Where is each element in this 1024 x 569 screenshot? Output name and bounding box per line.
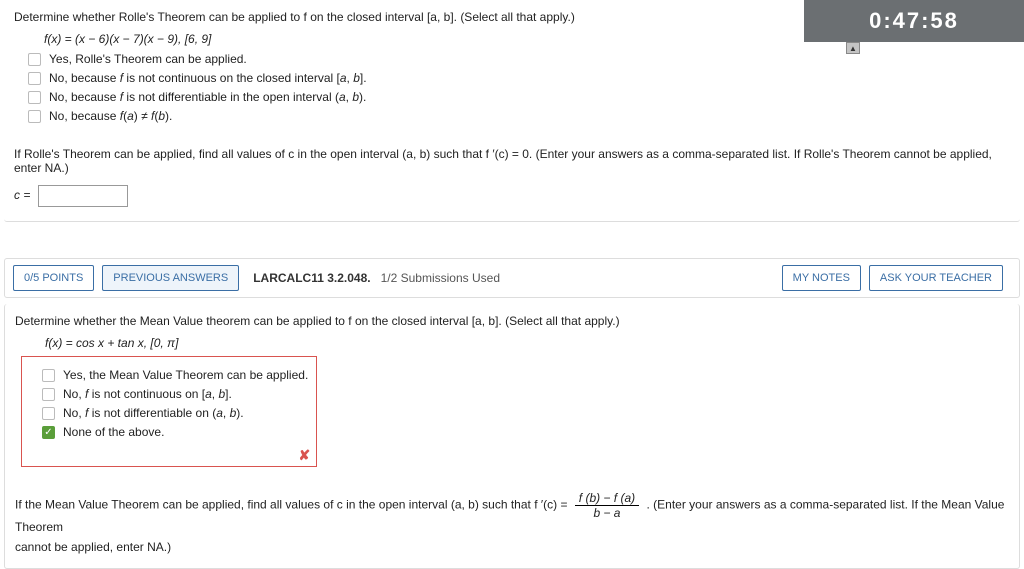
checkbox-icon[interactable] (28, 53, 41, 66)
checkbox-icon[interactable] (42, 369, 55, 382)
q1-followup: If Rolle's Theorem can be applied, find … (14, 147, 1010, 175)
question-header: 0/5 POINTS PREVIOUS ANSWERS LARCALC11 3.… (4, 258, 1020, 298)
question-2: Determine whether the Mean Value theorem… (4, 304, 1020, 569)
q2-option-4[interactable]: ✓ None of the above. (42, 425, 308, 439)
q2-followup-a: If the Mean Value Theorem can be applied… (15, 498, 571, 512)
ask-teacher-button[interactable]: ASK YOUR TEACHER (869, 265, 1003, 291)
q1-option-4-label: No, because f(a) ≠ f(b). (49, 109, 172, 123)
q1-option-1-label: Yes, Rolle's Theorem can be applied. (49, 52, 247, 66)
q1-prompt-text: Determine whether Rolle's Theorem can be… (14, 10, 575, 24)
q1-option-3[interactable]: No, because f is not differentiable in t… (28, 90, 1010, 104)
q2-option-3[interactable]: No, f is not differentiable on (a, b). (42, 406, 308, 420)
q1-option-2-label: No, because f is not continuous on the c… (49, 71, 367, 85)
fraction: f (b) − f (a) b − a (575, 491, 639, 520)
q1-option-2[interactable]: No, because f is not continuous on the c… (28, 71, 1010, 85)
q1-option-1[interactable]: Yes, Rolle's Theorem can be applied. (28, 52, 1010, 66)
q1-option-3-label: No, because f is not differentiable in t… (49, 90, 366, 104)
countdown-timer: 0:47:58 (804, 0, 1024, 42)
q1-option-4[interactable]: No, because f(a) ≠ f(b). (28, 109, 1010, 123)
q2-option-3-label: No, f is not differentiable on (a, b). (63, 406, 244, 420)
q2-option-2-label: No, f is not continuous on [a, b]. (63, 387, 232, 401)
checkbox-icon[interactable] (28, 91, 41, 104)
points-badge: 0/5 POINTS (13, 265, 94, 291)
q2-options-graded-wrong: Yes, the Mean Value Theorem can be appli… (21, 356, 317, 467)
assignment-ref: LARCALC11 3.2.048. (253, 271, 370, 285)
checkbox-icon[interactable] (42, 388, 55, 401)
q2-function: f(x) = cos x + tan x, [0, π] (45, 336, 1009, 350)
q2-followup-c: cannot be applied, enter NA.) (15, 540, 1009, 554)
q2-option-4-label: None of the above. (63, 425, 164, 439)
fraction-numerator: f (b) − f (a) (575, 491, 639, 506)
q2-option-1[interactable]: Yes, the Mean Value Theorem can be appli… (42, 368, 308, 382)
scroll-up-icon[interactable]: ▲ (846, 42, 860, 54)
q1-c-label: c = (14, 188, 30, 202)
checkbox-checked-icon[interactable]: ✓ (42, 426, 55, 439)
q1-c-input[interactable] (38, 185, 128, 207)
q2-option-1-label: Yes, the Mean Value Theorem can be appli… (63, 368, 308, 382)
checkbox-icon[interactable] (28, 110, 41, 123)
checkbox-icon[interactable] (28, 72, 41, 85)
fraction-denominator: b − a (575, 506, 639, 520)
my-notes-button[interactable]: MY NOTES (782, 265, 861, 291)
q2-option-2[interactable]: No, f is not continuous on [a, b]. (42, 387, 308, 401)
q2-prompt: Determine whether the Mean Value theorem… (15, 312, 1009, 330)
submissions-used: 1/2 Submissions Used (381, 271, 500, 285)
wrong-icon: ✘ (299, 447, 311, 464)
checkbox-icon[interactable] (42, 407, 55, 420)
previous-answers-button[interactable]: PREVIOUS ANSWERS (102, 265, 239, 291)
